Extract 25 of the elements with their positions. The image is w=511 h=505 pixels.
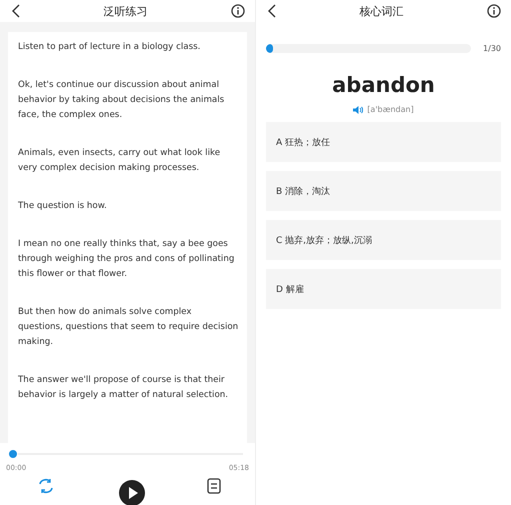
transcript-paragraph: Ok, let's continue our discussion about animal behavior by taking about decisions the animals face, the complex ones. bbox=[18, 79, 226, 122]
screen-title: 泛听练习 bbox=[104, 4, 148, 18]
transcript-paragraph: Listen to part of lecture in a biology class. bbox=[18, 41, 202, 54]
play-icon bbox=[128, 487, 138, 499]
transcript-paragraph: But then how do animals solve complex questions, questions that seem to require decision making. bbox=[18, 306, 239, 349]
info-icon[interactable] bbox=[231, 4, 245, 18]
vocabulary-word: abandon bbox=[331, 73, 436, 97]
transcript-paragraph: Animals, even insects, carry out what look like very complex decision making processes. bbox=[18, 147, 222, 175]
list-icon[interactable] bbox=[207, 478, 221, 494]
screen-title: 核心词汇 bbox=[360, 4, 404, 18]
back-icon[interactable] bbox=[12, 4, 20, 18]
answer-option[interactable]: C 抛弃,放弃；放纵,沉溺 bbox=[266, 220, 501, 260]
back-icon[interactable] bbox=[268, 4, 276, 18]
progress-handle[interactable] bbox=[8, 449, 18, 459]
speaker-icon[interactable] bbox=[353, 106, 364, 114]
transcript-paragraph: I mean no one really thinks that, say a bee goes through weighing the pros and cons of pollinating this flower or that flower. bbox=[18, 238, 236, 281]
phonetic-text: [a'bændan] bbox=[367, 105, 414, 114]
play-button[interactable] bbox=[118, 480, 144, 505]
transcript-paragraph: The answer we'll propose of course is that their behavior is largely a matter of natural selection. bbox=[18, 374, 230, 402]
transcript-paragraph: The question is how. bbox=[18, 200, 108, 213]
info-icon[interactable] bbox=[487, 4, 501, 18]
answer-option[interactable]: D 解雇 bbox=[266, 269, 501, 309]
answer-option[interactable]: B 消除，淘汰 bbox=[266, 171, 501, 211]
answer-option[interactable]: A 狂热；放任 bbox=[266, 122, 501, 162]
progress-count: 1/30 bbox=[483, 44, 501, 53]
